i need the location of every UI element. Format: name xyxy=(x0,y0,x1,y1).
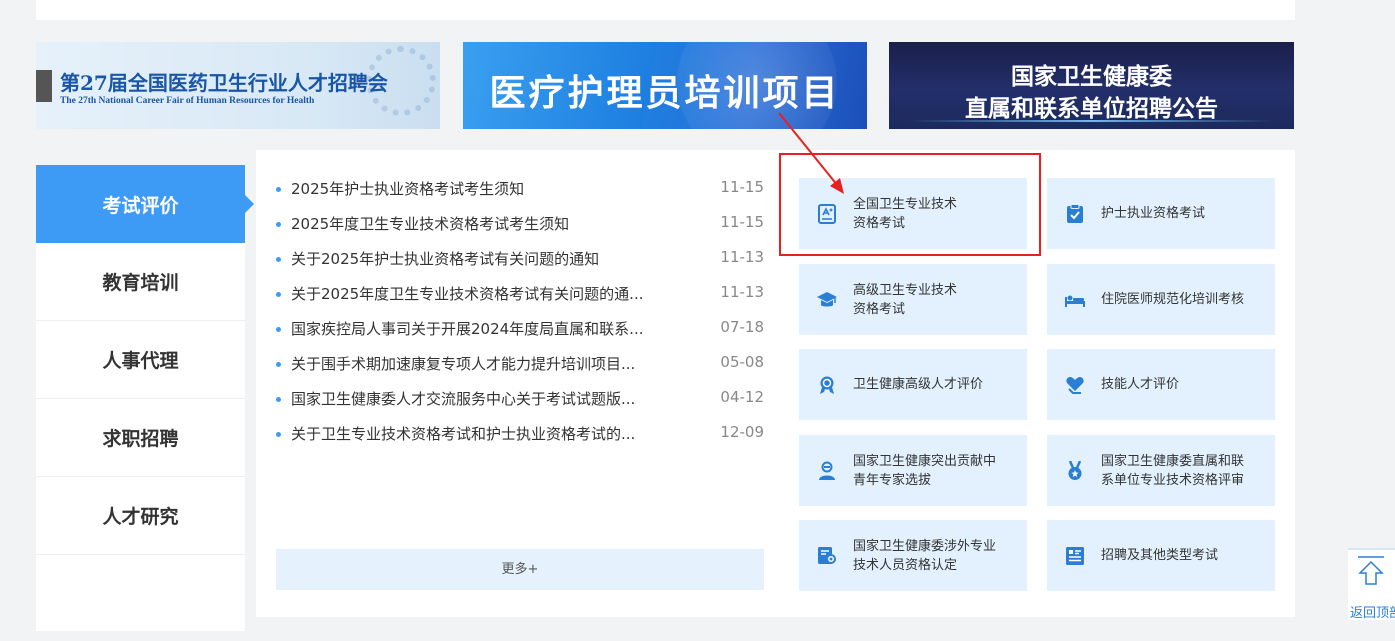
banner-light-line xyxy=(909,120,1274,122)
service-card-recruitment-exam[interactable]: 招聘及其他类型考试 xyxy=(1047,520,1275,591)
service-label: 招聘及其他类型考试 xyxy=(1101,548,1219,563)
banner-career-fair[interactable]: 第27届全国医药卫生行业人才招聘会 The 27th National Care… xyxy=(36,42,440,129)
tab-personnel-agency[interactable]: 人事代理 xyxy=(36,321,245,399)
service-card-senior-talent-eval[interactable]: 卫生健康高级人才评价 xyxy=(799,349,1027,420)
medal-icon xyxy=(1068,460,1082,480)
list-item[interactable]: 国家卫生健康委人才交流服务中心关于考试试题版... 04-12 xyxy=(276,388,766,423)
news-title[interactable]: 关于2025年护士执业资格考试有关问题的通知 xyxy=(291,248,703,269)
tab-education-training[interactable]: 教育培训 xyxy=(36,243,245,321)
banner-fair-title: 第27届全国医药卫生行业人才招聘会 xyxy=(60,71,388,95)
graduation-cap-icon xyxy=(817,291,837,306)
news-list: 2025年护士执业资格考试考生须知 11-15 2025年度卫生专业技术资格考试考… xyxy=(276,178,766,458)
list-item[interactable]: 关于围手术期加速康复专项人才能力提升培训项目... 05-08 xyxy=(276,353,766,388)
banner-nursing-title: 医疗护理员培训项目 xyxy=(489,73,841,114)
clipboard-check-icon xyxy=(1067,203,1083,223)
news-title[interactable]: 关于围手术期加速康复专项人才能力提升培训项目... xyxy=(291,353,703,374)
service-label: 全国卫生专业技术 资格考试 xyxy=(853,196,958,231)
list-item[interactable]: 关于2025年护士执业资格考试有关问题的通知 11-13 xyxy=(276,248,766,283)
news-date: 11-15 xyxy=(720,213,764,231)
service-label: 护士执业资格考试 xyxy=(1101,206,1206,221)
award-ribbon-icon xyxy=(820,376,834,394)
service-card-nurse-exam[interactable]: 护士执业资格考试 xyxy=(1047,178,1275,249)
service-card-resident-training[interactable]: 住院医师规范化培训考核 xyxy=(1047,264,1275,335)
expert-user-icon xyxy=(819,461,835,480)
list-item[interactable]: 2025年护士执业资格考试考生须知 11-15 xyxy=(276,178,766,213)
bullet-icon xyxy=(276,222,281,227)
certificate-icon xyxy=(818,203,836,224)
heart-hand-icon xyxy=(1066,376,1084,394)
list-item[interactable]: 关于2025年度卫生专业技术资格考试有关问题的通... 11-13 xyxy=(276,283,766,318)
service-card-affiliated-unit-review[interactable]: 国家卫生健康委直属和联 系单位专业技术资格评审 xyxy=(1047,435,1275,506)
service-label: 住院医师规范化培训考核 xyxy=(1101,292,1245,307)
news-title[interactable]: 2025年护士执业资格考试考生须知 xyxy=(291,178,703,199)
bullet-icon xyxy=(276,432,281,437)
banner-recruitment-notice[interactable]: 国家卫生健康委 直属和联系单位招聘公告 xyxy=(889,42,1294,129)
bullet-icon xyxy=(276,327,281,332)
banner-notice-line2: 直属和联系单位招聘公告 xyxy=(965,96,1218,122)
content-panel: 2025年护士执业资格考试考生须知 11-15 2025年度卫生专业技术资格考试考… xyxy=(256,150,1295,617)
service-card-skill-talent-eval[interactable]: 技能人才评价 xyxy=(1047,349,1275,420)
service-label: 国家卫生健康突出贡献中 青年专家选拔 xyxy=(853,453,997,488)
news-date: 11-13 xyxy=(720,248,764,266)
list-form-icon xyxy=(1066,546,1084,565)
bullet-icon xyxy=(276,257,281,262)
more-button[interactable]: 更多+ xyxy=(276,549,764,590)
list-item[interactable]: 2025年度卫生专业技术资格考试考生须知 11-15 xyxy=(276,213,766,248)
news-date: 05-08 xyxy=(720,353,764,371)
service-label: 高级卫生专业技术 资格考试 xyxy=(853,282,958,317)
document-person-icon xyxy=(818,546,836,564)
list-item[interactable]: 关于卫生专业技术资格考试和护士执业资格考试的... 12-09 xyxy=(276,423,766,458)
service-label: 卫生健康高级人才评价 xyxy=(853,377,984,392)
back-to-top-label: 返回顶部 xyxy=(1350,606,1395,621)
back-to-top-button[interactable]: 返回顶部 xyxy=(1348,548,1395,621)
news-date: 07-18 xyxy=(720,318,764,336)
bullet-icon xyxy=(276,362,281,367)
news-title[interactable]: 2025年度卫生专业技术资格考试考生须知 xyxy=(291,213,703,234)
news-title[interactable]: 国家卫生健康委人才交流服务中心关于考试试题版... xyxy=(291,388,703,409)
news-title[interactable]: 关于卫生专业技术资格考试和护士执业资格考试的... xyxy=(291,423,703,444)
tab-exam-evaluation[interactable]: 考试评价 xyxy=(36,165,254,243)
service-label: 技能人才评价 xyxy=(1101,377,1180,392)
arrow-up-icon xyxy=(1358,556,1384,585)
bullet-icon xyxy=(276,292,281,297)
service-label: 国家卫生健康委直属和联 系单位专业技术资格评审 xyxy=(1101,453,1245,488)
banner-accent-bar xyxy=(36,70,52,102)
banner-nursing-training[interactable]: 医疗护理员培训项目 xyxy=(463,42,867,129)
news-date: 11-15 xyxy=(720,178,764,196)
news-date: 11-13 xyxy=(720,283,764,301)
list-item[interactable]: 国家疾控局人事司关于开展2024年度局直属和联系... 07-18 xyxy=(276,318,766,353)
bullet-icon xyxy=(276,397,281,402)
tab-talent-research[interactable]: 人才研究 xyxy=(36,477,245,555)
tab-job-recruitment[interactable]: 求职招聘 xyxy=(36,399,245,477)
service-card-health-tech-exam[interactable]: 全国卫生专业技术 资格考试 xyxy=(799,178,1027,249)
top-content-strip xyxy=(36,0,1295,20)
banner-notice-line1: 国家卫生健康委 xyxy=(1011,64,1172,90)
service-label: 国家卫生健康委涉外专业 技术人员资格认定 xyxy=(853,538,997,573)
news-date: 12-09 xyxy=(720,423,764,441)
news-title[interactable]: 国家疾控局人事司关于开展2024年度局直属和联系... xyxy=(291,318,703,339)
category-tabs: 考试评价 教育培训 人事代理 求职招聘 人才研究 xyxy=(36,165,254,631)
bullet-icon xyxy=(276,187,281,192)
news-date: 04-12 xyxy=(720,388,764,406)
hospital-bed-icon xyxy=(1065,295,1085,307)
service-card-foreign-qualification[interactable]: 国家卫生健康委涉外专业 技术人员资格认定 xyxy=(799,520,1027,591)
banner-fair-subtitle: The 27th National Career Fair of Human R… xyxy=(60,96,315,106)
service-card-senior-tech-exam[interactable]: 高级卫生专业技术 资格考试 xyxy=(799,264,1027,335)
news-title[interactable]: 关于2025年度卫生专业技术资格考试有关问题的通... xyxy=(291,283,703,304)
service-card-young-expert-selection[interactable]: 国家卫生健康突出贡献中 青年专家选拔 xyxy=(799,435,1027,506)
